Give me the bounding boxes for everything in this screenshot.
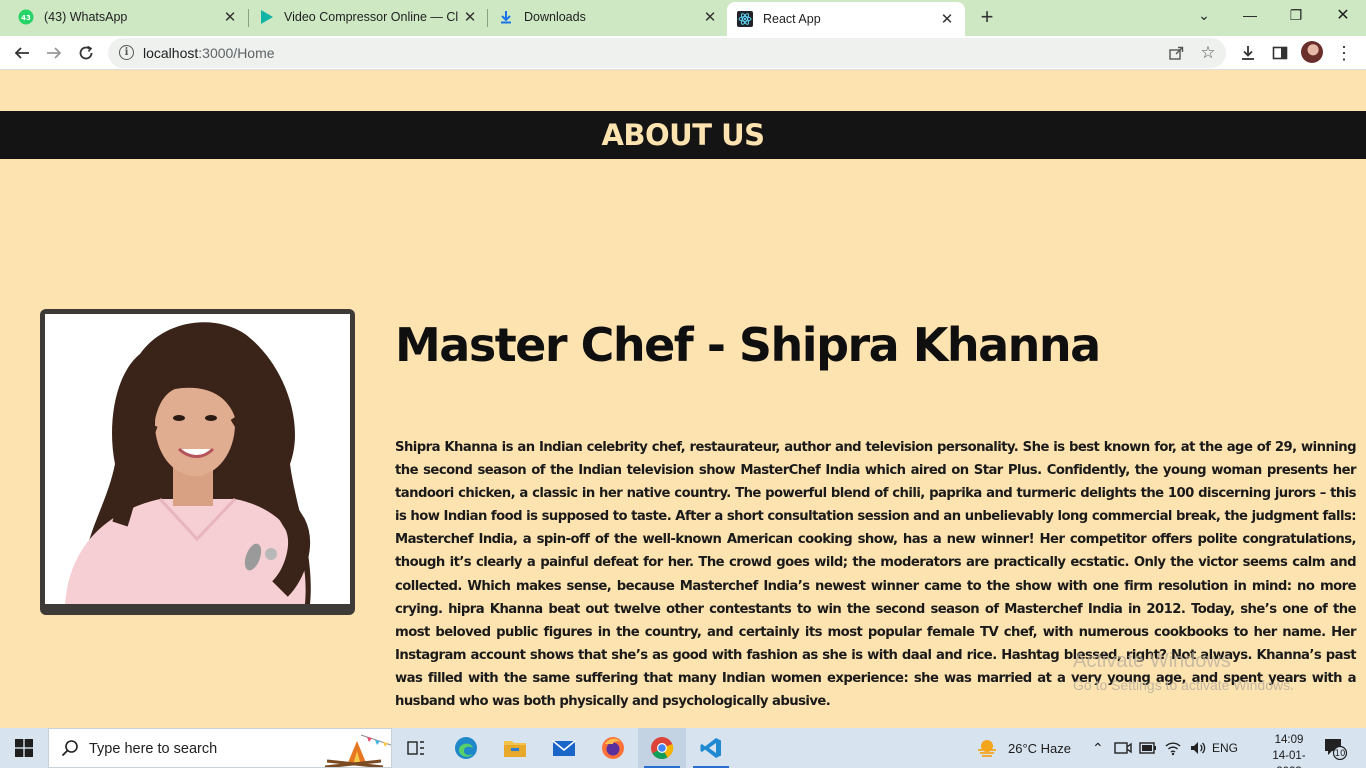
mail-icon <box>552 740 576 756</box>
react-icon <box>737 11 753 27</box>
url-host: localhost <box>143 45 199 61</box>
tray-icons <box>1114 728 1207 768</box>
clock-time: 14:09 <box>1274 734 1304 746</box>
battery-icon[interactable] <box>1139 741 1157 755</box>
back-button[interactable] <box>9 40 35 66</box>
profile-avatar[interactable] <box>1301 41 1323 63</box>
taskbar-edge[interactable] <box>442 728 490 768</box>
site-info-icon[interactable]: i <box>119 45 134 60</box>
svg-text:43: 43 <box>21 14 31 22</box>
tab-title: Downloads <box>524 10 586 24</box>
notification-icon: 10 <box>1325 739 1348 760</box>
weather-text: 26°C Haze <box>1008 740 1072 756</box>
new-tab-button[interactable]: + <box>975 4 999 29</box>
close-tab-icon[interactable]: ✕ <box>218 5 242 29</box>
windows-logo-icon <box>15 739 33 757</box>
wifi-icon[interactable] <box>1164 740 1182 756</box>
share-icon[interactable] <box>1166 43 1186 63</box>
about-us-banner: ABOUT US <box>0 111 1366 159</box>
restore-button[interactable]: ❐ <box>1273 0 1319 30</box>
search-highlight-bonfire-icon <box>324 734 391 767</box>
taskbar-mail[interactable] <box>540 728 588 768</box>
whatsapp-icon: 43 <box>18 9 34 25</box>
arrow-right-icon <box>47 47 62 59</box>
chrome-icon <box>651 737 674 759</box>
address-bar[interactable]: i localhost:3000/Home ☆ <box>108 38 1226 68</box>
browser-toolbar: i localhost:3000/Home ☆ ⋮ <box>0 36 1366 70</box>
bookmark-star-icon[interactable]: ☆ <box>1198 43 1218 63</box>
notification-center-button[interactable]: 10 <box>1322 728 1348 768</box>
side-panel-icon[interactable] <box>1267 40 1293 66</box>
weather-widget[interactable]: 26°C Haze <box>976 728 1071 768</box>
show-hidden-icons-chevron-icon[interactable]: ⌃ <box>1092 728 1104 768</box>
tab-title: (43) WhatsApp <box>44 10 128 24</box>
taskbar-clock[interactable]: 14:09 14-01-2023 <box>1264 732 1314 768</box>
reload-button[interactable] <box>73 40 99 66</box>
tab-title: React App <box>763 12 821 26</box>
reload-icon <box>79 45 93 60</box>
activate-windows-watermark: Activate Windows Go to Settings to activ… <box>1073 650 1294 693</box>
url-text[interactable]: localhost:3000/Home <box>143 45 275 61</box>
tab-react-app[interactable]: React App ✕ <box>727 2 965 36</box>
task-view-button[interactable] <box>392 728 440 768</box>
clock-date: 14-01-2023 <box>1272 750 1306 768</box>
folder-icon <box>504 741 526 757</box>
chef-photo <box>45 314 350 604</box>
url-path: :3000/Home <box>198 45 275 61</box>
notification-count: 10 <box>1335 749 1346 759</box>
haze-weather-icon <box>978 740 996 757</box>
taskbar-vscode[interactable] <box>687 728 735 768</box>
taskbar-file-explorer[interactable] <box>491 728 539 768</box>
start-button[interactable] <box>0 728 48 768</box>
browser-tab-strip: 43 (43) WhatsApp ✕ Video Compressor Onli… <box>0 0 1366 36</box>
close-tab-icon[interactable]: ✕ <box>458 5 482 29</box>
search-icon <box>61 739 81 759</box>
firefox-icon <box>602 737 624 759</box>
downloads-toolbar-icon[interactable] <box>1235 40 1261 66</box>
forward-button[interactable] <box>41 40 67 66</box>
more-menu-icon[interactable]: ⋮ <box>1331 40 1357 66</box>
tab-whatsapp[interactable]: 43 (43) WhatsApp ✕ <box>0 0 248 34</box>
language-indicator[interactable]: ENG <box>1212 728 1238 768</box>
chef-photo-frame <box>40 309 355 615</box>
tab-video-compressor[interactable]: Video Compressor Online — Clic ✕ <box>240 0 488 34</box>
watermark-subtitle: Go to Settings to activate Windows. <box>1073 677 1294 693</box>
edge-icon <box>455 737 477 759</box>
volume-icon[interactable] <box>1189 740 1207 756</box>
taskbar-search-box[interactable]: Type here to search <box>48 728 392 768</box>
windows-taskbar: Type here to search 26°C Haze ⌃ ENG 14:0… <box>0 728 1366 768</box>
taskbar-firefox[interactable] <box>589 728 637 768</box>
close-tab-icon[interactable]: ✕ <box>935 7 959 31</box>
tab-title: Video Compressor Online — Clic <box>284 10 458 24</box>
task-view-icon <box>407 741 424 755</box>
arrow-left-icon <box>14 47 29 59</box>
download-icon <box>498 9 514 25</box>
close-window-button[interactable]: ✕ <box>1320 0 1366 30</box>
play-icon <box>258 9 274 25</box>
section-heading: ABOUT US <box>601 118 765 152</box>
watermark-title: Activate Windows <box>1073 650 1231 672</box>
meet-now-icon[interactable] <box>1114 740 1132 756</box>
tab-downloads[interactable]: Downloads ✕ <box>480 0 728 34</box>
search-placeholder: Type here to search <box>89 741 218 757</box>
tab-search-chevron-icon[interactable]: ⌄ <box>1181 0 1227 30</box>
vscode-icon <box>700 738 721 758</box>
close-tab-icon[interactable]: ✕ <box>698 5 722 29</box>
taskbar-chrome[interactable] <box>638 728 686 768</box>
chef-title: Master Chef - Shipra Khanna <box>395 318 1101 372</box>
minimize-button[interactable]: — <box>1227 0 1273 30</box>
